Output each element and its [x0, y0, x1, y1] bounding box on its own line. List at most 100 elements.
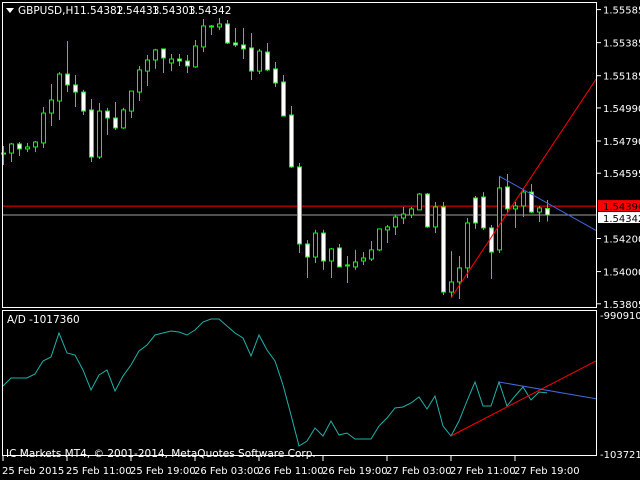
- candle-body: [337, 247, 342, 268]
- candle-body: [385, 226, 390, 231]
- candle-body: [225, 23, 230, 44]
- time-label: 26 Feb 03:00: [194, 466, 260, 477]
- red-level-label: 1.54396: [603, 202, 640, 213]
- candle-body: [521, 191, 526, 207]
- candle: [121, 107, 126, 129]
- candle-body: [433, 206, 438, 228]
- candle-body: [329, 248, 334, 262]
- candle: [41, 106, 46, 148]
- candle-body: [105, 110, 110, 119]
- candle-body: [473, 197, 478, 224]
- candle-body: [169, 58, 174, 64]
- price-label: 1.55585: [603, 6, 640, 17]
- mt4-chart[interactable]: 1.55585 1.55385 1.55185 1.54990 1.54790 1.545…: [0, 0, 640, 480]
- candle-body: [353, 261, 358, 268]
- price-label: 1.55385: [603, 39, 640, 50]
- candle-body: [217, 23, 222, 28]
- ad-min-label: -1037212: [600, 450, 640, 461]
- candle-body: [49, 99, 54, 114]
- candle-body: [377, 228, 382, 251]
- ad-indicator-label: A/D -1017360: [7, 314, 80, 326]
- candle-body: [545, 207, 550, 216]
- background: [0, 0, 640, 480]
- candle-body: [153, 49, 158, 61]
- candle-body: [201, 25, 206, 48]
- candle-body: [417, 193, 422, 211]
- candle-body: [113, 117, 118, 129]
- price-label: 1.55185: [603, 72, 640, 83]
- chart-header: GBPUSD,H1 1.54382 1.54433 1.54303 1.5434…: [6, 5, 231, 17]
- ad-max-label: -990910: [600, 311, 640, 322]
- candle-body: [273, 68, 278, 84]
- candle-body: [97, 110, 102, 158]
- candle-body: [25, 146, 30, 150]
- symbol-timeframe: GBPUSD,H1: [18, 5, 80, 17]
- candle-body: [297, 166, 302, 245]
- candle-body: [281, 81, 286, 117]
- candle-body: [137, 69, 142, 93]
- ohlc-close: 1.54342: [188, 5, 231, 17]
- copyright-text: IC Markets MT4, © 2001-2014, MetaQuotes …: [6, 448, 316, 460]
- price-label: 1.54200: [603, 235, 640, 246]
- candle-body: [489, 227, 494, 253]
- time-label: 27 Feb 03:00: [386, 466, 452, 477]
- candle-body: [481, 196, 486, 229]
- candle-body: [361, 257, 366, 262]
- candle-body: [393, 216, 398, 228]
- candle: [497, 176, 502, 254]
- candle-body: [265, 51, 270, 71]
- candle-body: [465, 222, 470, 269]
- candle-body: [537, 207, 542, 213]
- candle: [81, 89, 86, 116]
- candle-body: [177, 58, 182, 62]
- candle: [297, 162, 302, 254]
- candle-body: [73, 84, 78, 93]
- candle-body: [89, 109, 94, 158]
- candle-body: [457, 267, 462, 283]
- time-label: 27 Feb 11:00: [450, 466, 516, 477]
- candle-body: [81, 91, 86, 112]
- time-label: 25 Feb 2015: [2, 466, 64, 477]
- candle-body: [409, 208, 414, 216]
- candle-body: [161, 48, 166, 59]
- candle-body: [41, 112, 46, 144]
- candle-body: [369, 249, 374, 260]
- candle-body: [17, 143, 22, 150]
- candle-body: [321, 232, 326, 262]
- candle: [97, 102, 102, 160]
- candle-body: [65, 73, 70, 86]
- bid-price-label: 1.54342: [603, 214, 640, 225]
- time-label: 27 Feb 19:00: [514, 466, 580, 477]
- price-label: 1.54000: [603, 268, 640, 279]
- price-label: 1.53805: [603, 300, 640, 311]
- time-label: 25 Feb 11:00: [66, 466, 132, 477]
- candle-body: [441, 206, 446, 293]
- candle-body: [185, 60, 190, 67]
- candle-body: [193, 45, 198, 68]
- candle-body: [449, 281, 454, 293]
- candle-body: [9, 143, 14, 154]
- candle-body: [401, 213, 406, 219]
- price-label: 1.54790: [603, 137, 640, 148]
- candle-body: [241, 44, 246, 50]
- candle-body: [57, 73, 62, 102]
- candle: [225, 20, 230, 44]
- candle-body: [249, 47, 254, 72]
- candle: [425, 193, 430, 228]
- candle-body: [209, 25, 214, 28]
- candle-body: [33, 141, 38, 148]
- candle: [441, 201, 446, 296]
- candle-body: [513, 205, 518, 210]
- price-label: 1.54595: [603, 169, 640, 180]
- candle-body: [505, 186, 510, 210]
- candle-body: [305, 243, 310, 258]
- candle-body: [129, 90, 134, 112]
- price-label: 1.54990: [603, 104, 640, 115]
- candle-body: [289, 114, 294, 168]
- candle: [377, 228, 382, 252]
- time-label: 26 Feb 19:00: [322, 466, 388, 477]
- candle-body: [425, 193, 430, 228]
- candle: [481, 192, 486, 230]
- candle-body: [145, 59, 150, 72]
- candle: [289, 105, 294, 168]
